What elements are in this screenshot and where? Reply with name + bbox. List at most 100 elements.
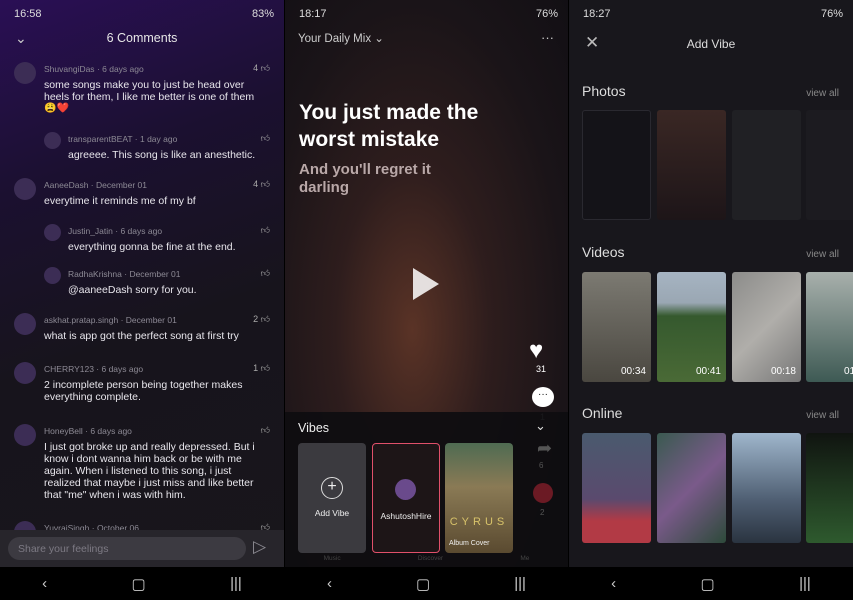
vibe-user-label: AshutoshHire [380,511,432,521]
video-thumb[interactable]: 01 [806,272,853,382]
recents-icon[interactable]: ||| [230,575,242,592]
send-icon[interactable]: ▷ [253,537,266,557]
tab-me[interactable]: Me [520,555,529,562]
like-button[interactable]: 4 👍︎ [253,179,270,190]
collapse-chevron-icon[interactable]: ⌄ [535,418,546,434]
tab-music[interactable]: Music [324,555,341,562]
videos-view-all[interactable]: view all [806,249,839,260]
comment-date: · 6 days ago [115,226,163,236]
album-art-text: CYRUS [449,516,509,528]
like-button[interactable]: 2 👍︎ [253,314,270,325]
like-button[interactable]: 👍︎ [261,225,270,236]
photo-thumb[interactable] [732,110,801,220]
comment-input[interactable]: Share your feelings [8,537,246,560]
avatar[interactable] [44,267,61,284]
comments-screen: 16:58 83% ⌄ 6 Comments ShuvangiDas · 6 da… [0,0,284,600]
comment-username[interactable]: CHERRY123 [44,364,94,374]
photos-view-all[interactable]: view all [806,88,839,99]
comment-icon[interactable]: ··· [532,387,554,407]
like-button[interactable]: 👍︎ [261,425,270,436]
section-photos-title: Photos [582,83,626,99]
recents-icon[interactable]: ||| [799,575,811,592]
add-vibe-card[interactable]: + Add Vibe [298,443,366,553]
vibe-card-album-cover[interactable]: CYRUS Album Cover [445,443,513,553]
playlist-selector[interactable]: Your Daily Mix ⌄ [298,31,384,45]
player-screen: 18:17 76% Your Daily Mix ⌄ ··· You just m… [285,0,568,600]
home-icon[interactable]: ▢ [701,575,715,593]
back-icon[interactable]: ‹ [611,575,616,592]
comment-username[interactable]: transparentBEAT [68,134,132,144]
comment-username[interactable]: RadhaKrishna [68,269,122,279]
plus-icon: + [321,477,343,499]
comment-input-bar: Share your feelings ▷ [0,530,284,567]
bottom-tabs: Music Discover Me [285,555,568,562]
recents-icon[interactable]: ||| [514,575,526,592]
comment-date: · December 01 [90,180,148,190]
tab-discover[interactable]: Discover [418,555,443,562]
thumbs-up-icon: 👍︎ [260,425,270,435]
comment-username[interactable]: HoneyBell [44,426,83,436]
online-thumb[interactable] [732,433,801,543]
like-count: 1 [253,363,259,373]
video-thumb[interactable]: 00:34 [582,272,651,382]
comment-date: · 6 days ago [96,364,144,374]
thumbs-up-icon: 👍︎ [260,63,270,73]
like-button[interactable]: 👍︎ [261,133,270,144]
heart-icon[interactable]: ♥ [529,337,543,365]
vibes-title: Vibes [298,421,330,435]
like-button[interactable]: 1 👍︎ [253,363,270,374]
home-icon[interactable]: ▢ [416,575,430,593]
avatar[interactable] [14,62,36,84]
avatar[interactable] [44,224,61,241]
section-videos-title: Videos [582,244,625,260]
comment-text: everytime it reminds me of my bf [44,195,196,207]
add-vibe-label: Add Vibe [314,508,350,518]
comment-username[interactable]: Justin_Jatin [68,226,113,236]
record-icon [533,483,553,503]
video-thumb[interactable]: 00:18 [732,272,801,382]
like-count: 2 [253,314,259,324]
photo-thumb[interactable] [806,110,853,220]
comment-username[interactable]: AaneeDash [44,180,88,190]
video-duration: 01 [844,366,853,377]
thumbs-up-icon: 👍︎ [260,314,270,324]
online-thumb[interactable] [582,433,651,543]
avatar[interactable] [44,132,61,149]
album-cover-label: Album Cover [449,540,490,547]
android-nav-bar: ‹ ▢ ||| [285,567,568,600]
lyric-main: You just made the worst mistake [299,101,479,151]
comment-username[interactable]: ShuvangiDas [44,64,95,74]
section-online-title: Online [582,405,623,421]
avatar[interactable] [14,313,36,335]
avatar[interactable] [14,362,36,384]
thumbs-up-icon: 👍︎ [260,225,270,235]
vibe-card-ashutoshhire[interactable]: AshutoshHire [372,443,440,553]
page-title: Add Vibe [686,37,736,51]
comment-username[interactable]: askhat.pratap.singh [44,315,118,325]
photo-thumb[interactable] [657,110,726,220]
back-icon[interactable]: ‹ [42,575,47,592]
video-thumb[interactable]: 00:41 [657,272,726,382]
like-button[interactable]: 👍︎ [261,268,270,279]
home-icon[interactable]: ▢ [132,575,146,593]
back-icon[interactable]: ‹ [327,575,332,592]
thumbs-up-icon: 👍︎ [260,133,270,143]
comment-text: 2 incomplete person being together makes… [44,379,243,403]
more-icon[interactable]: ··· [541,30,554,45]
avatar[interactable] [14,178,36,200]
online-thumb[interactable] [806,433,853,543]
avatar[interactable] [14,424,36,446]
like-count: 31 [536,364,547,374]
play-icon[interactable] [413,268,439,300]
video-duration: 00:34 [620,366,646,377]
online-thumb[interactable] [657,433,726,543]
comment-text: @aaneeDash sorry for you. [68,284,197,296]
online-view-all[interactable]: view all [806,410,839,421]
add-vibe-screen: 18:27 76% ✕ Add Vibe Photos view all Vide… [569,0,853,600]
photo-thumb[interactable] [582,110,651,220]
battery-level: 76% [820,8,843,20]
like-button[interactable]: 4 👍︎ [253,63,270,74]
thumbs-up-icon: 👍︎ [260,179,270,189]
comment-text: I just got broke up and really depressed… [44,441,255,501]
battery-level: 83% [251,8,274,20]
